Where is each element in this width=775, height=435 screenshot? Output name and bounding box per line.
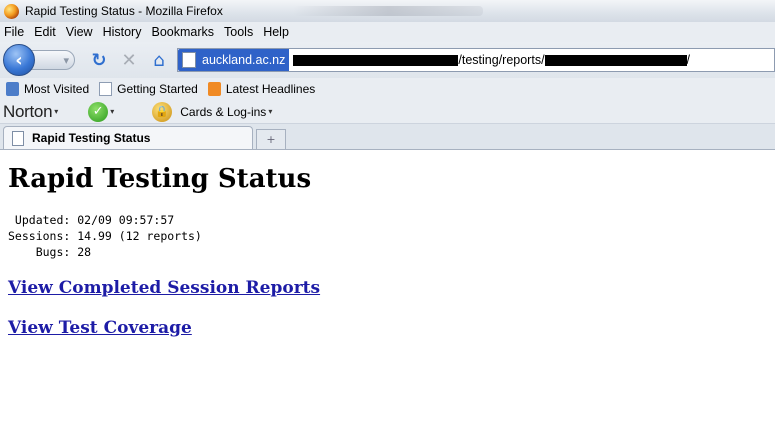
tab-label: Rapid Testing Status <box>32 131 151 145</box>
firefox-logo-icon <box>4 3 19 19</box>
bookmark-latest-headlines[interactable]: Latest Headlines <box>207 82 315 96</box>
title-bar: Rapid Testing Status - Mozilla Firefox <box>0 0 775 22</box>
tab-rapid-testing-status[interactable]: Rapid Testing Status <box>3 126 253 149</box>
menu-tools[interactable]: Tools <box>224 25 253 39</box>
rss-feed-icon <box>207 82 221 96</box>
chevron-down-icon[interactable]: ▾ <box>268 107 272 116</box>
bookmarks-toolbar: Most Visited Getting Started Latest Head… <box>0 78 775 100</box>
page-heading: Rapid Testing Status <box>8 164 312 194</box>
tab-strip: Rapid Testing Status + <box>0 124 775 150</box>
bookmark-most-visited[interactable]: Most Visited <box>6 82 89 96</box>
menu-history[interactable]: History <box>103 25 142 39</box>
page-icon <box>182 52 196 68</box>
url-path-text: /testing/reports/ <box>458 53 545 67</box>
redacted-url-segment <box>544 54 687 66</box>
url-identity-block[interactable]: auckland.ac.nz <box>178 49 290 71</box>
chevron-down-icon[interactable]: ▾ <box>110 107 114 116</box>
forward-button[interactable]: ▾ <box>31 50 75 70</box>
page-content: Rapid Testing Status Updated: 02/09 09:5… <box>0 150 775 366</box>
status-summary: Updated: 02/09 09:57:57 Sessions: 14.99 … <box>8 212 767 260</box>
back-forward-group: ▾ ‹ <box>3 44 81 76</box>
window-title: Rapid Testing Status - Mozilla Firefox <box>25 4 223 18</box>
menu-view[interactable]: View <box>66 25 93 39</box>
url-domain: auckland.ac.nz <box>202 53 286 67</box>
updated-line: Updated: 02/09 09:57:57 <box>8 213 175 227</box>
norton-logo[interactable]: Norton <box>3 102 53 122</box>
sessions-line: Sessions: 14.99 (12 reports) <box>8 229 202 243</box>
menu-bookmarks[interactable]: Bookmarks <box>151 25 214 39</box>
home-icon[interactable]: ⌂ <box>147 48 171 72</box>
view-session-reports-link[interactable]: View Completed Session Reports <box>8 278 767 298</box>
blurred-title-area <box>292 6 483 16</box>
back-arrow-icon: ‹ <box>15 49 23 71</box>
new-tab-button[interactable]: + <box>256 129 286 149</box>
lock-icon[interactable]: 🔒 <box>152 101 173 122</box>
bugs-line: Bugs: 28 <box>8 245 92 259</box>
page-icon <box>99 82 113 96</box>
redacted-url-segment <box>293 54 459 66</box>
page-icon <box>12 130 24 146</box>
url-bar[interactable]: auckland.ac.nz /testing/reports/ / <box>177 48 775 72</box>
reload-icon[interactable]: ↻ <box>87 48 111 72</box>
safe-web-check-icon[interactable]: ✓ <box>88 101 109 122</box>
bookmark-getting-started[interactable]: Getting Started <box>99 82 198 96</box>
navigation-toolbar: ▾ ‹ ↻ ✕ ⌂ auckland.ac.nz /testing/report… <box>0 42 775 78</box>
view-test-coverage-link[interactable]: View Test Coverage <box>8 318 767 338</box>
menu-help[interactable]: Help <box>263 25 289 39</box>
menu-edit[interactable]: Edit <box>34 25 56 39</box>
cards-logins-button[interactable]: Cards & Log-ins <box>180 105 266 119</box>
chevron-down-icon[interactable]: ▾ <box>54 107 58 116</box>
url-path: /testing/reports/ / <box>293 53 690 67</box>
menu-bar: File Edit View History Bookmarks Tools H… <box>0 22 775 42</box>
most-visited-icon <box>6 82 19 96</box>
menu-file[interactable]: File <box>4 25 24 39</box>
norton-toolbar: Norton ▾ ✓ ▾ 🔒 Cards & Log-ins ▾ <box>0 100 775 124</box>
back-button[interactable]: ‹ <box>3 44 35 76</box>
stop-icon[interactable]: ✕ <box>117 48 141 72</box>
